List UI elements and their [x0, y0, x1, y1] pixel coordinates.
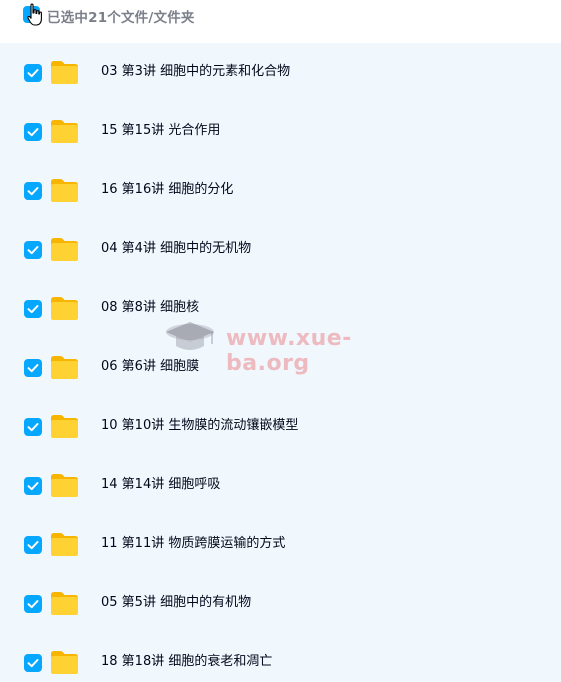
item-name: 16 第16讲 细胞的分化	[101, 182, 234, 197]
item-checkbox[interactable]	[24, 654, 42, 672]
folder-icon	[51, 238, 78, 261]
checkmark-icon	[27, 364, 39, 373]
file-list: 03 第3讲 细胞中的元素和化合物 15 第15讲 光合作用 16 第16讲 细…	[0, 43, 561, 682]
item-checkbox[interactable]	[24, 123, 42, 141]
item-checkbox[interactable]	[24, 359, 42, 377]
list-item[interactable]: 03 第3讲 细胞中的元素和化合物	[0, 43, 561, 102]
checkmark-icon	[27, 541, 39, 550]
list-item[interactable]: 16 第16讲 细胞的分化	[0, 161, 561, 220]
folder-icon	[51, 592, 78, 615]
checkmark-icon	[27, 659, 39, 668]
hand-cursor-icon	[27, 3, 42, 26]
item-name: 08 第8讲 细胞核	[101, 300, 200, 315]
list-item[interactable]: 04 第4讲 细胞中的无机物	[0, 220, 561, 279]
list-item[interactable]: 18 第18讲 细胞的衰老和凋亡	[0, 633, 561, 682]
selection-count-label: 已选中21个文件/文件夹	[47, 10, 195, 26]
item-name: 15 第15讲 光合作用	[101, 123, 221, 138]
checkmark-icon	[27, 423, 39, 432]
item-checkbox[interactable]	[24, 182, 42, 200]
folder-icon	[51, 651, 78, 674]
folder-icon	[51, 120, 78, 143]
item-name: 11 第11讲 物质跨膜运输的方式	[101, 536, 286, 551]
list-item[interactable]: 08 第8讲 细胞核	[0, 279, 561, 338]
item-checkbox[interactable]	[24, 536, 42, 554]
list-item[interactable]: 06 第6讲 细胞膜	[0, 338, 561, 397]
folder-icon	[51, 179, 78, 202]
item-name: 04 第4讲 细胞中的无机物	[101, 241, 252, 256]
list-item[interactable]: 15 第15讲 光合作用	[0, 102, 561, 161]
item-name: 03 第3讲 细胞中的元素和化合物	[101, 64, 291, 79]
item-checkbox[interactable]	[24, 300, 42, 318]
item-name: 10 第10讲 生物膜的流动镶嵌模型	[101, 418, 299, 433]
list-item[interactable]: 11 第11讲 物质跨膜运输的方式	[0, 515, 561, 574]
folder-icon	[51, 533, 78, 556]
checkmark-icon	[27, 482, 39, 491]
item-name: 14 第14讲 细胞呼吸	[101, 477, 221, 492]
folder-icon	[51, 356, 78, 379]
checkmark-icon	[27, 69, 39, 78]
item-name: 18 第18讲 细胞的衰老和凋亡	[101, 654, 273, 669]
folder-icon	[51, 297, 78, 320]
checkmark-icon	[27, 187, 39, 196]
list-item[interactable]: 10 第10讲 生物膜的流动镶嵌模型	[0, 397, 561, 456]
checkmark-icon	[27, 128, 39, 137]
checkmark-icon	[27, 246, 39, 255]
item-checkbox[interactable]	[24, 477, 42, 495]
folder-icon	[51, 61, 78, 84]
item-checkbox[interactable]	[24, 418, 42, 436]
item-checkbox[interactable]	[24, 595, 42, 613]
checkmark-icon	[27, 600, 39, 609]
item-checkbox[interactable]	[24, 241, 42, 259]
folder-icon	[51, 415, 78, 438]
list-item[interactable]: 05 第5讲 细胞中的有机物	[0, 574, 561, 633]
item-name: 05 第5讲 细胞中的有机物	[101, 595, 252, 610]
item-name: 06 第6讲 细胞膜	[101, 359, 200, 374]
checkmark-icon	[27, 305, 39, 314]
folder-icon	[51, 474, 78, 497]
list-item[interactable]: 14 第14讲 细胞呼吸	[0, 456, 561, 515]
selection-header: 已选中21个文件/文件夹	[0, 0, 561, 34]
item-checkbox[interactable]	[24, 64, 42, 82]
